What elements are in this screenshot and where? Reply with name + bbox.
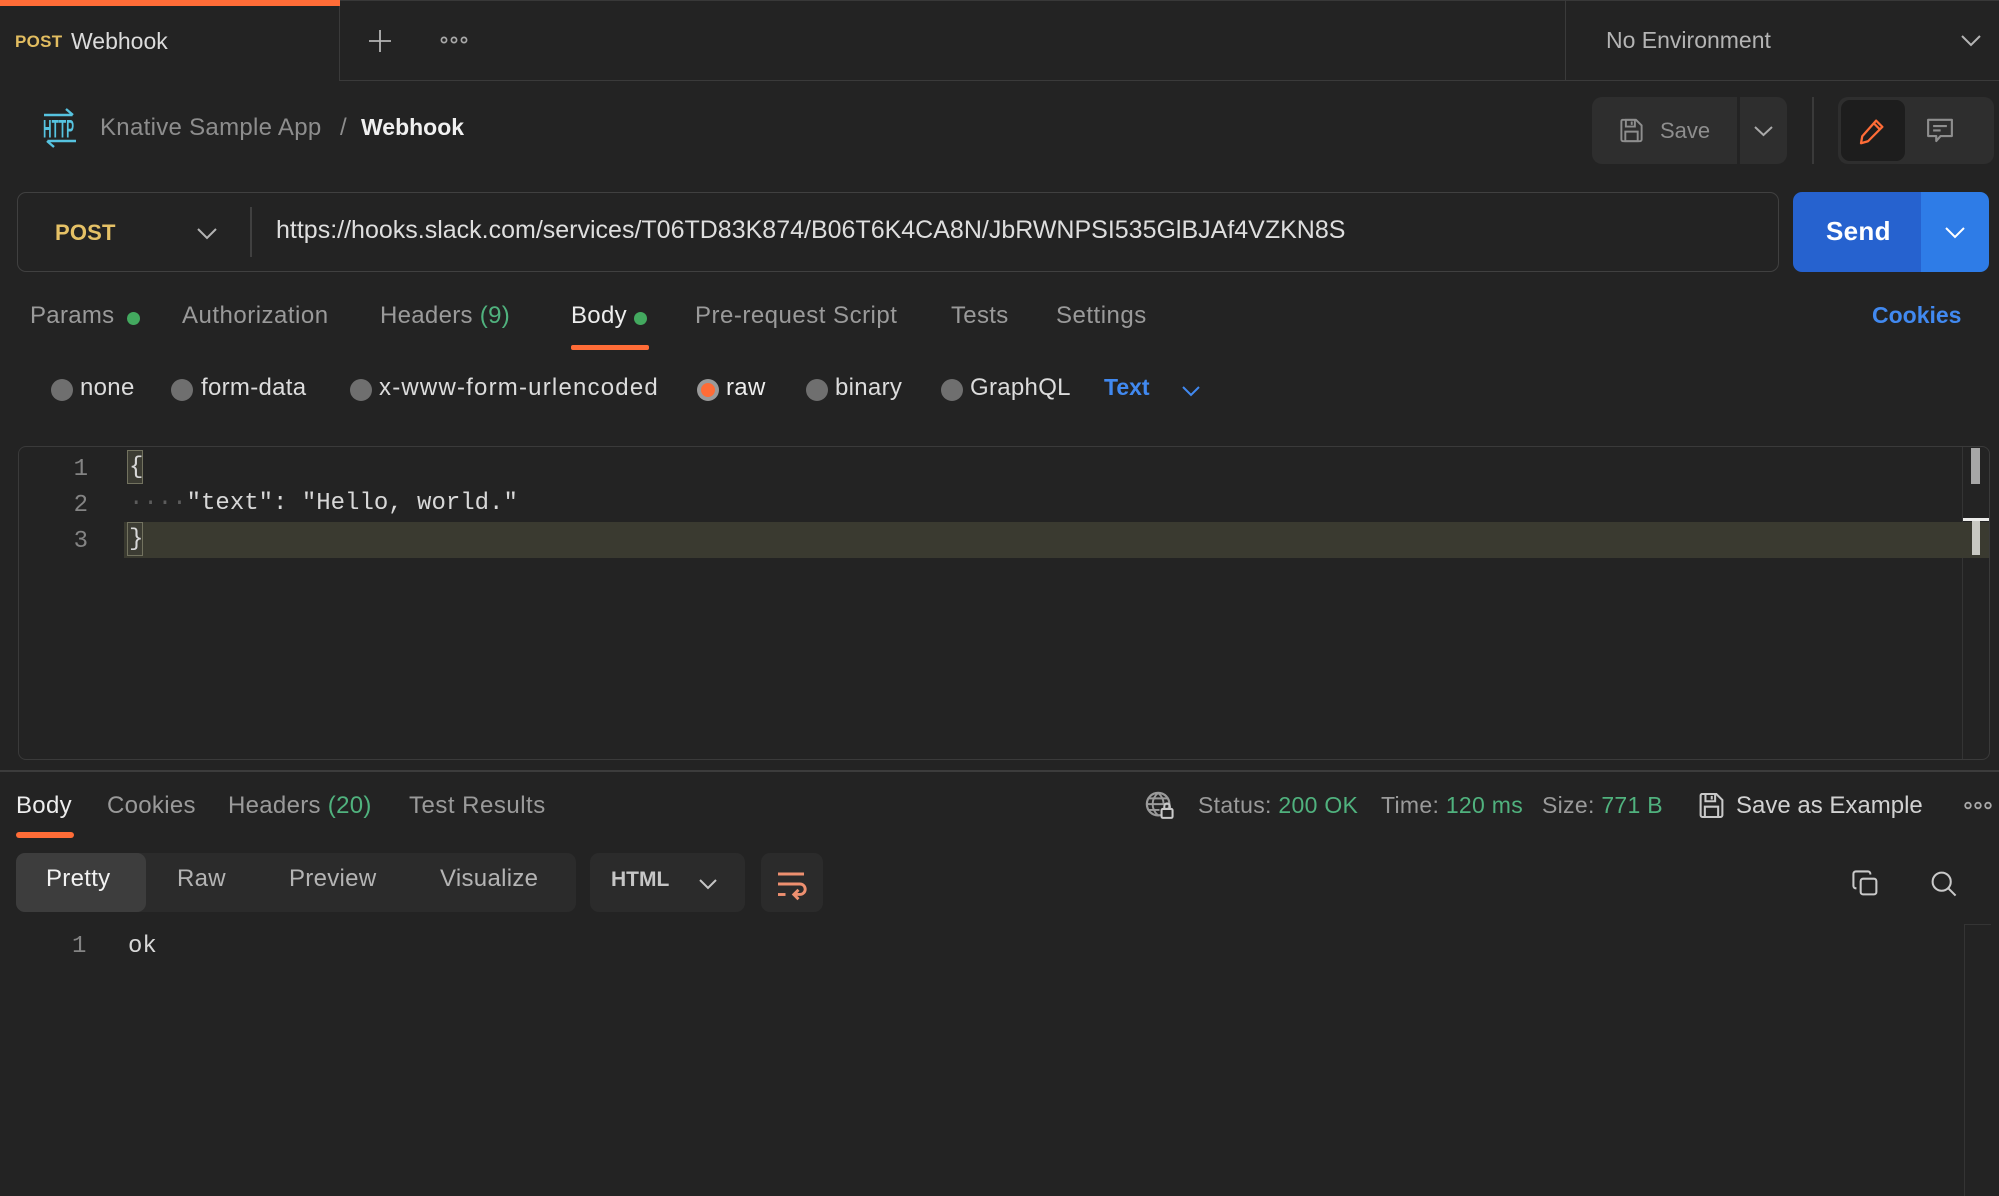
svg-text:HTTP: HTTP <box>43 116 74 144</box>
